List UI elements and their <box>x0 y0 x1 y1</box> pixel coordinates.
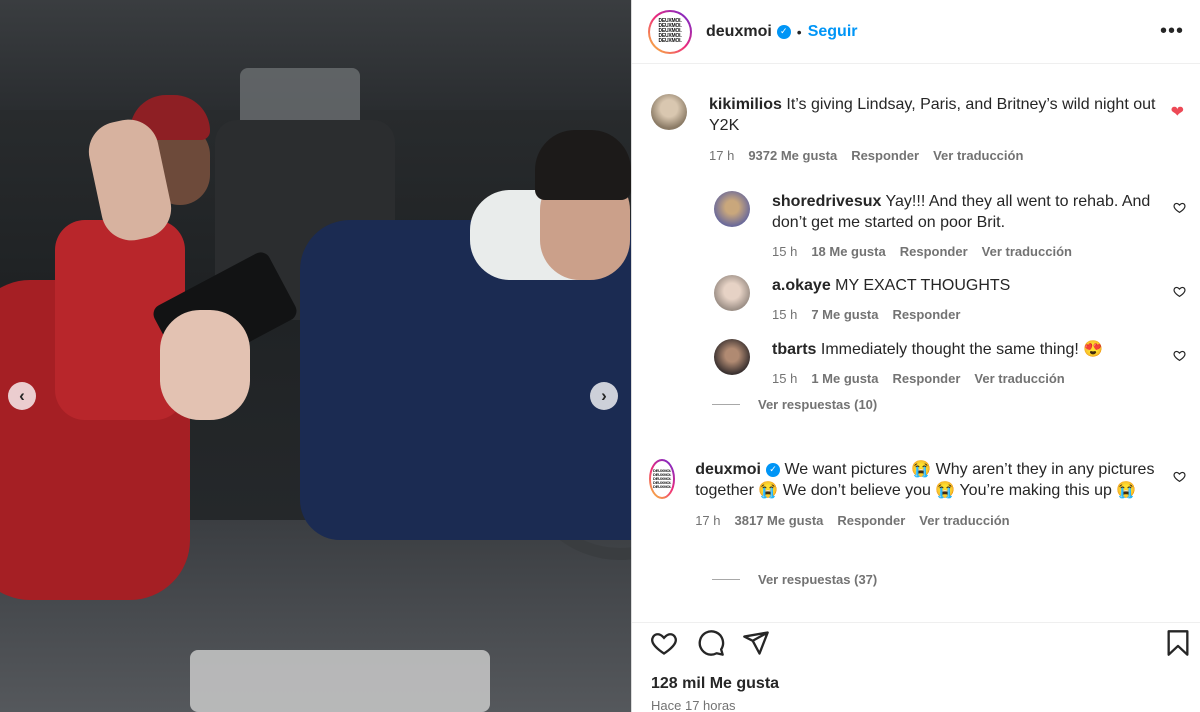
reply-button[interactable]: Responder <box>900 241 968 262</box>
view-replies-button[interactable]: Ver respuestas (37) <box>712 572 877 587</box>
commenter-avatar[interactable] <box>714 339 750 375</box>
comment-likes[interactable]: 9372 Me gusta <box>748 145 837 166</box>
chevron-left-icon: ‹ <box>19 386 25 405</box>
chevron-right-icon: › <box>601 386 607 405</box>
comment-username[interactable]: tbarts <box>772 341 816 358</box>
view-replies-label: Ver respuestas (37) <box>758 572 878 587</box>
like-comment-heart-icon[interactable] <box>1173 349 1186 362</box>
comment-time[interactable]: 15 h <box>772 368 797 389</box>
comment-username[interactable]: kikimilios <box>709 96 782 113</box>
verified-badge-icon: ✓ <box>765 462 780 477</box>
comment-username[interactable]: shoredrivesux <box>772 193 881 210</box>
photo-hand-holding-phone <box>160 310 250 420</box>
commenter-avatar[interactable] <box>714 275 750 311</box>
post-sidebar: DEUXMOI. DEUXMOI. DEUXMOI. DEUXMOI. DEUX… <box>631 0 1200 712</box>
carousel-next-button[interactable]: › <box>590 382 618 410</box>
view-replies-button[interactable]: Ver respuestas (10) <box>712 397 877 412</box>
photo-person-hair <box>535 130 631 200</box>
replies-divider <box>712 404 740 405</box>
comment-likes[interactable]: 7 Me gusta <box>811 304 878 325</box>
post-likes-count[interactable]: 128 mil Me gusta <box>651 675 779 693</box>
comment-time[interactable]: 17 h <box>709 145 734 166</box>
comment-text: MY EXACT THOUGHTS <box>835 277 1011 294</box>
post-photo[interactable]: ‹ › <box>0 0 631 712</box>
comment-time[interactable]: 17 h <box>695 510 720 531</box>
carousel-prev-button[interactable]: ‹ <box>8 382 36 410</box>
comment-time[interactable]: 15 h <box>772 304 797 325</box>
translate-button[interactable]: Ver traducción <box>982 241 1072 262</box>
like-comment-heart-icon[interactable] <box>1173 470 1186 483</box>
share-paper-plane-icon[interactable] <box>742 629 770 657</box>
replies-divider <box>712 579 740 580</box>
reply-button[interactable]: Responder <box>893 304 961 325</box>
comment-time[interactable]: 15 h <box>772 241 797 262</box>
save-bookmark-icon[interactable] <box>1164 629 1192 657</box>
comment-item: kikimilios It’s giving Lindsay, Paris, a… <box>651 94 1161 166</box>
post-header: DEUXMOI. DEUXMOI. DEUXMOI. DEUXMOI. DEUX… <box>632 0 1200 64</box>
comment-username[interactable]: a.okaye <box>772 277 831 294</box>
comment-bubble-icon[interactable] <box>697 629 725 657</box>
more-options-icon[interactable]: ••• <box>1160 20 1184 43</box>
commenter-avatar[interactable] <box>651 94 687 130</box>
deuxmoi-logo: DEUXMOI. DEUXMOI. DEUXMOI. DEUXMOI. DEUX… <box>652 13 688 50</box>
reply-button[interactable]: Responder <box>893 368 961 389</box>
photo-car-console <box>240 68 360 128</box>
comment-likes[interactable]: 1 Me gusta <box>811 368 878 389</box>
like-comment-heart-icon[interactable] <box>1173 201 1186 214</box>
reply-button[interactable]: Responder <box>837 510 905 531</box>
comment-likes[interactable]: 18 Me gusta <box>811 241 885 262</box>
reply-button[interactable]: Responder <box>851 145 919 166</box>
comment-likes[interactable]: 3817 Me gusta <box>735 510 824 531</box>
reply-item: tbarts Immediately thought the same thin… <box>714 339 1154 389</box>
like-heart-icon[interactable] <box>650 629 678 657</box>
like-comment-heart-icon[interactable] <box>1173 285 1186 298</box>
translate-button[interactable]: Ver traducción <box>974 368 1064 389</box>
translate-button[interactable]: Ver traducción <box>933 145 1023 166</box>
translate-button[interactable]: Ver traducción <box>919 510 1009 531</box>
author-avatar[interactable]: DEUXMOI. DEUXMOI. DEUXMOI. DEUXMOI. DEUX… <box>648 9 692 54</box>
comment-text: We want pictures 😭 Why aren’t they in an… <box>695 461 1155 499</box>
post-timestamp[interactable]: Hace 17 horas <box>651 698 736 712</box>
like-comment-heart-icon[interactable]: ❤ <box>1171 102 1184 122</box>
deuxmoi-logo: DEUXMOI. DEUXMOI. DEUXMOI. DEUXMOI. DEUX… <box>653 463 671 495</box>
comment-text: Immediately thought the same thing! 😍 <box>820 341 1104 358</box>
view-replies-label: Ver respuestas (10) <box>758 397 878 412</box>
reply-item: a.okaye MY EXACT THOUGHTS 15 h 7 Me gust… <box>714 275 1154 325</box>
commenter-avatar[interactable] <box>714 191 750 227</box>
verified-badge-icon: ✓ <box>776 24 791 39</box>
photo-car-door <box>190 650 490 712</box>
separator-dot: • <box>796 23 802 40</box>
reply-item: shoredrivesux Yay!!! And they all went t… <box>714 191 1154 262</box>
follow-button[interactable]: Seguir <box>808 23 858 41</box>
author-username[interactable]: deuxmoi <box>706 23 772 41</box>
commenter-avatar[interactable]: DEUXMOI. DEUXMOI. DEUXMOI. DEUXMOI. DEUX… <box>649 459 676 499</box>
comment-item: DEUXMOI. DEUXMOI. DEUXMOI. DEUXMOI. DEUX… <box>649 459 1169 531</box>
comment-username[interactable]: deuxmoi <box>695 461 761 478</box>
post-action-bar <box>632 622 1200 662</box>
